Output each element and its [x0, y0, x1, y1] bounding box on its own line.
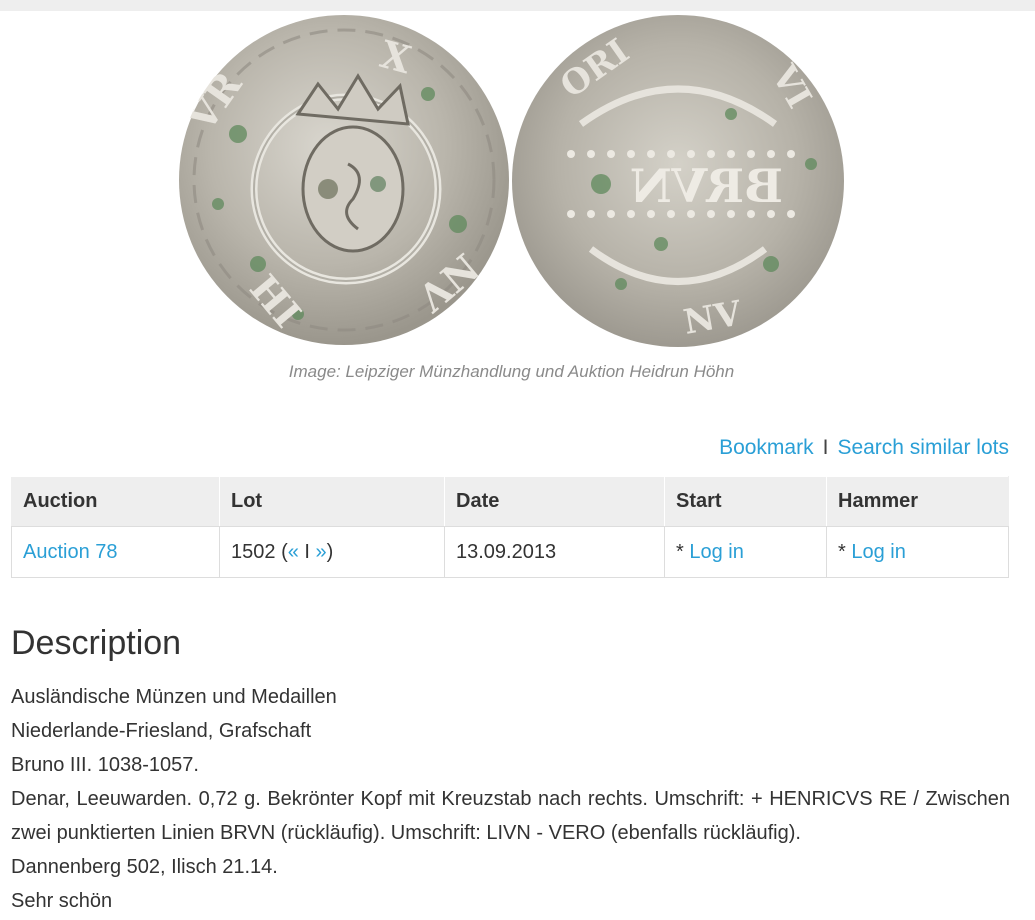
lot-number: 1502 — [231, 540, 276, 563]
hammer-asterisk: * — [838, 540, 846, 563]
lot-nav-separator: I — [304, 540, 310, 563]
lot-info-table: Auction Lot Date Start Hammer Auction 78… — [11, 476, 1009, 578]
description-line-details: Denar, Leeuwarden. 0,72 g. Bekrönter Kop… — [11, 788, 1010, 844]
svg-text:BRVN: BRVN — [630, 159, 783, 213]
description-line-ruler: Bruno III. 1038-1057. — [11, 754, 199, 776]
image-credit: Image: Leipziger Münzhandlung und Auktio… — [288, 362, 735, 381]
header-date: Date — [444, 476, 665, 527]
header-start: Start — [664, 476, 827, 527]
header-auction: Auction — [11, 476, 220, 527]
next-lot-link[interactable]: » — [316, 541, 327, 563]
coin-obverse-image: VR X ΛN HI — [178, 14, 510, 346]
top-bar — [0, 0, 1035, 11]
search-similar-lots-link[interactable]: Search similar lots — [837, 436, 1009, 459]
lot-nav-open-paren: ( — [281, 540, 288, 563]
table-header-row: Auction Lot Date Start Hammer — [11, 476, 1009, 527]
lot-nav-close-paren: ) — [326, 540, 334, 563]
cell-start: * Log in — [664, 526, 827, 578]
description-line-region: Niederlande-Friesland, Grafschaft — [11, 720, 312, 742]
bookmark-link[interactable]: Bookmark — [719, 436, 814, 459]
previous-lot-link[interactable]: « — [288, 541, 299, 563]
cell-auction: Auction 78 — [11, 526, 220, 578]
description-line-grade: Sehr schön — [11, 890, 113, 912]
header-hammer: Hammer — [826, 476, 1009, 527]
cell-hammer: * Log in — [826, 526, 1009, 578]
coin-image[interactable]: VR X ΛN HI BRVN ORI VI NV — [0, 11, 1035, 356]
lot-actions: Bookmark I Search similar lots — [719, 436, 1009, 460]
auction-link[interactable]: Auction 78 — [23, 541, 118, 563]
description-line-references: Dannenberg 502, Ilisch 21.14. — [11, 856, 278, 878]
description-line-category: Ausländische Münzen und Medaillen — [11, 686, 337, 708]
start-asterisk: * — [676, 540, 684, 563]
hammer-login-link[interactable]: Log in — [851, 541, 906, 563]
start-login-link[interactable]: Log in — [689, 541, 744, 563]
cell-lot: 1502 (« I ») — [219, 526, 445, 578]
cell-date: 13.09.2013 — [444, 526, 665, 578]
description-heading: Description — [11, 624, 182, 662]
description-body: Ausländische Münzen und Medaillen Nieder… — [11, 680, 1010, 918]
coin-reverse-image: BRVN ORI VI NV — [511, 14, 845, 348]
table-row: Auction 78 1502 (« I ») 13.09.2013 * Log… — [11, 526, 1009, 578]
actions-separator: I — [822, 436, 829, 459]
header-lot: Lot — [219, 476, 445, 527]
